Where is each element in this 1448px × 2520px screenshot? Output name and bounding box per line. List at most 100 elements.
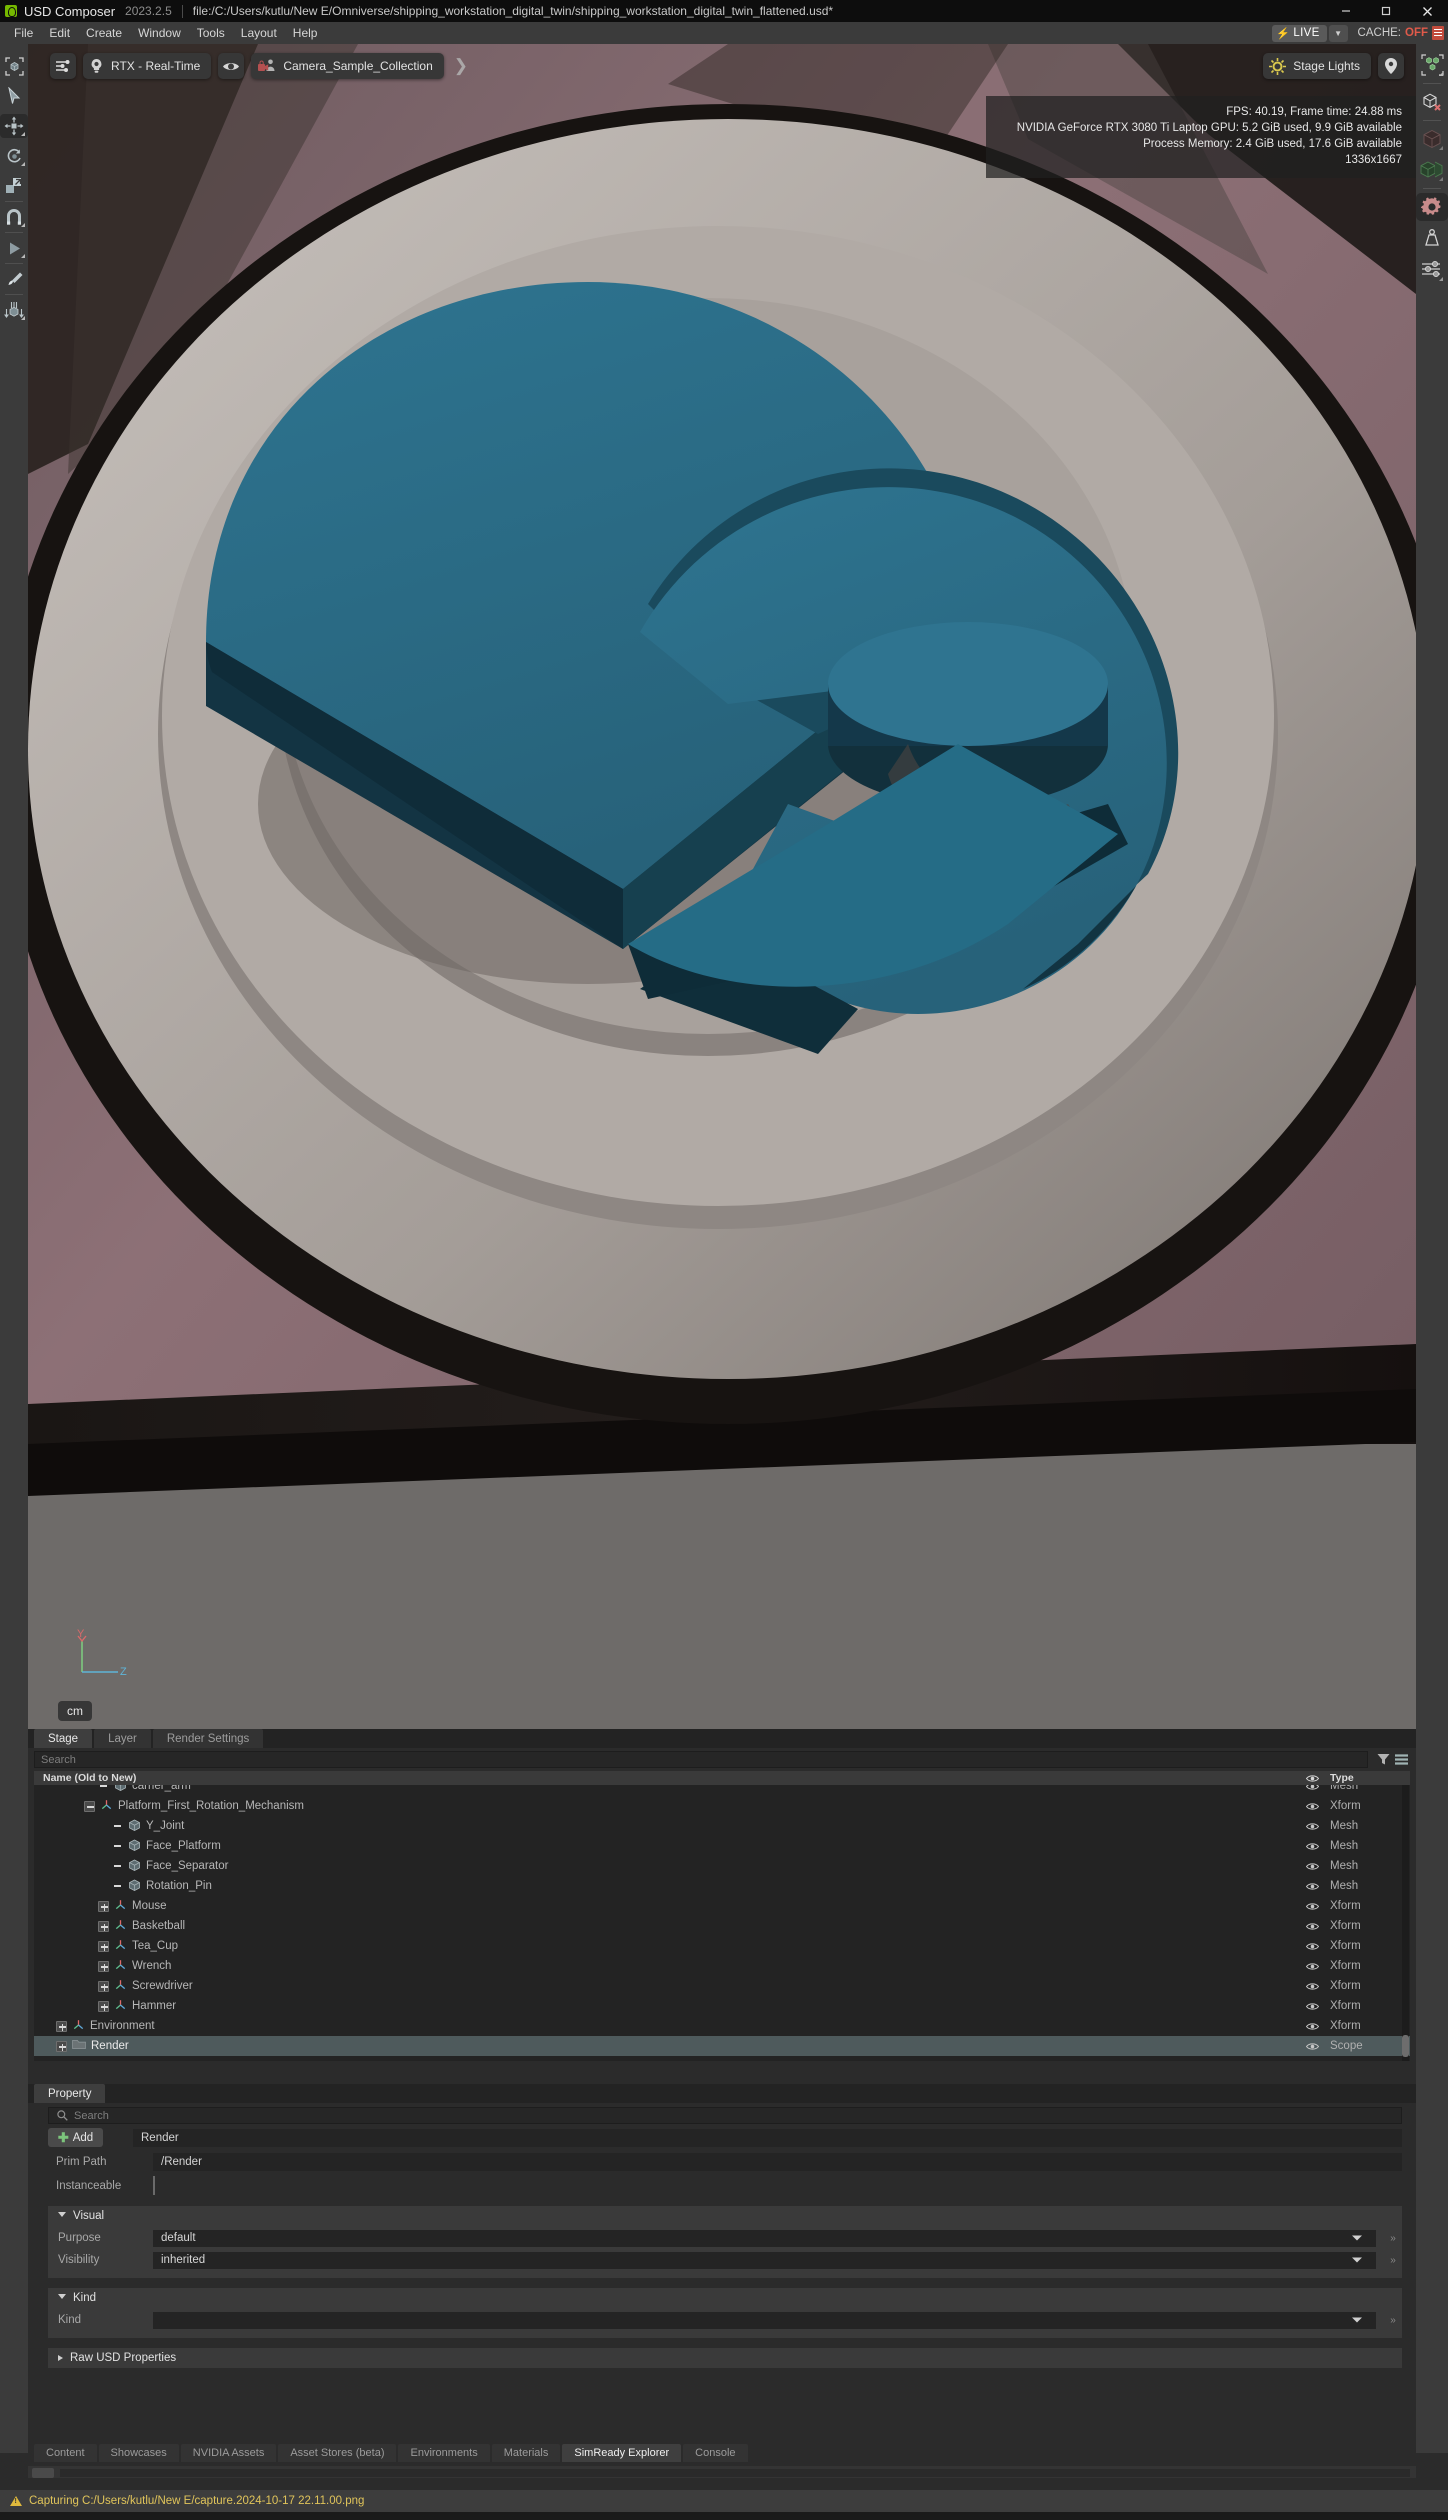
scale-tool[interactable] <box>0 174 28 198</box>
tab-stage[interactable]: Stage <box>34 1729 93 1748</box>
physics-weight-icon[interactable] <box>1416 224 1448 252</box>
close-button[interactable] <box>1406 0 1448 22</box>
play-tool[interactable] <box>0 236 28 260</box>
tree-expander-toggle[interactable] <box>112 1861 123 1872</box>
bottom-tab-environments[interactable]: Environments <box>398 2444 490 2462</box>
bottom-tab-showcases[interactable]: Showcases <box>98 2444 179 2462</box>
prim-path-field[interactable]: /Render <box>153 2152 1402 2171</box>
select-multiple-prims-icon[interactable] <box>1416 51 1448 79</box>
stage-search-input[interactable]: Search <box>34 1751 1368 1768</box>
column-type-header[interactable]: Type <box>1324 1772 1410 1784</box>
property-search-input[interactable]: Search <box>48 2107 1402 2124</box>
select-arrow-tool[interactable] <box>0 84 28 108</box>
viewport-marker-button[interactable] <box>1378 53 1404 79</box>
minimize-button[interactable] <box>1326 0 1366 22</box>
stage-tree-row[interactable]: Screwdriver Xform <box>34 1976 1410 1996</box>
visual-section-header[interactable]: Visual <box>48 2206 1402 2226</box>
menu-help[interactable]: Help <box>285 22 326 44</box>
green-cubes-icon[interactable] <box>1416 156 1448 184</box>
list-options-icon[interactable] <box>1392 1751 1410 1768</box>
hide-unselected-icon[interactable] <box>1416 88 1448 116</box>
tree-expander-toggle[interactable] <box>84 1800 95 1812</box>
column-name-header[interactable]: Name (Old to New) <box>34 1772 1300 1784</box>
menu-edit[interactable]: Edit <box>41 22 78 44</box>
tree-expander-toggle[interactable] <box>112 1881 123 1892</box>
menu-window[interactable]: Window <box>130 22 189 44</box>
tree-row-visibility-toggle[interactable] <box>1300 1922 1324 1931</box>
tree-expander-toggle[interactable] <box>112 1841 123 1852</box>
tree-row-visibility-toggle[interactable] <box>1300 1785 1324 1791</box>
kind-section-header[interactable]: Kind <box>48 2288 1402 2308</box>
visibility-more-icon[interactable]: » <box>1388 2255 1398 2266</box>
tree-expander-toggle[interactable] <box>98 1980 109 1992</box>
viewport-3d[interactable]: RTX - Real-Time Camera_Sample_Collection… <box>28 44 1416 1729</box>
tree-row-visibility-toggle[interactable] <box>1300 1902 1324 1911</box>
stage-tree-row[interactable]: Rotation_Pin Mesh <box>34 1876 1410 1896</box>
bottom-tab-console[interactable]: Console <box>683 2444 748 2462</box>
instanceable-checkbox[interactable] <box>153 2175 155 2195</box>
filter-funnel-icon[interactable] <box>1374 1751 1392 1768</box>
dark-cube-icon[interactable] <box>1416 125 1448 153</box>
viewport-settings-button[interactable] <box>50 53 76 79</box>
tree-row-visibility-toggle[interactable] <box>1300 1962 1324 1971</box>
stage-tree-row[interactable]: Tea_Cup Xform <box>34 1936 1410 1956</box>
tree-expander-toggle[interactable] <box>98 1960 109 1972</box>
tree-row-visibility-toggle[interactable] <box>1300 1942 1324 1951</box>
viewport-unit-badge[interactable]: cm <box>58 1701 92 1721</box>
tab-property[interactable]: Property <box>34 2084 106 2103</box>
tree-row-visibility-toggle[interactable] <box>1300 2022 1324 2031</box>
stage-tree-row[interactable]: Platform_First_Rotation_Mechanism Xform <box>34 1796 1410 1816</box>
stage-tree-row[interactable]: Face_Separator Mesh <box>34 1856 1410 1876</box>
select-bound-box-tool[interactable] <box>0 54 28 78</box>
bottom-tab-nvidia-assets[interactable]: NVIDIA Assets <box>180 2444 277 2462</box>
tree-row-visibility-toggle[interactable] <box>1300 1822 1324 1831</box>
tree-expander-toggle[interactable] <box>56 2040 67 2052</box>
tree-row-visibility-toggle[interactable] <box>1300 1802 1324 1811</box>
camera-selector[interactable]: Camera_Sample_Collection <box>251 53 444 79</box>
tree-expander-toggle[interactable] <box>98 1785 109 1792</box>
kind-more-icon[interactable]: » <box>1388 2315 1398 2326</box>
tree-row-visibility-toggle[interactable] <box>1300 1882 1324 1891</box>
kind-select[interactable] <box>153 2311 1376 2329</box>
menu-create[interactable]: Create <box>78 22 130 44</box>
menu-file[interactable]: File <box>6 22 41 44</box>
tree-row-visibility-toggle[interactable] <box>1300 1982 1324 1991</box>
stage-tree-row[interactable]: Face_Platform Mesh <box>34 1836 1410 1856</box>
stage-tree-row[interactable]: Wrench Xform <box>34 1956 1410 1976</box>
raw-usd-properties-header[interactable]: Raw USD Properties <box>48 2348 1402 2368</box>
sliders-icon[interactable] <box>1416 255 1448 283</box>
align-distribute-tool[interactable] <box>0 298 28 322</box>
move-tool[interactable] <box>0 114 28 138</box>
paint-brush-tool[interactable] <box>0 267 28 291</box>
tree-row-visibility-toggle[interactable] <box>1300 1862 1324 1871</box>
bottom-tab-asset-stores-beta[interactable]: Asset Stores (beta) <box>278 2444 397 2462</box>
tree-row-visibility-toggle[interactable] <box>1300 2002 1324 2011</box>
bottom-tab-simready-explorer[interactable]: SimReady Explorer <box>562 2444 682 2462</box>
live-dropdown-button[interactable]: ▼ <box>1328 24 1348 42</box>
tree-expander-toggle[interactable] <box>98 1900 109 1912</box>
stage-tree-row[interactable]: Render Scope <box>34 2036 1410 2056</box>
tab-render-settings[interactable]: Render Settings <box>152 1729 264 1748</box>
stage-tree-row[interactable]: Environment Xform <box>34 2016 1410 2036</box>
tab-layer[interactable]: Layer <box>94 1729 151 1748</box>
add-property-button[interactable]: ✚ Add <box>48 2128 103 2147</box>
tree-row-visibility-toggle[interactable] <box>1300 1842 1324 1851</box>
stage-tree-scrollbar[interactable] <box>1402 1785 1409 2061</box>
tree-expander-toggle[interactable] <box>98 1940 109 1952</box>
live-toggle-button[interactable]: ⚡ LIVE <box>1272 24 1327 42</box>
bottom-tab-materials[interactable]: Materials <box>491 2444 561 2462</box>
stage-tree-row[interactable]: Mouse Xform <box>34 1896 1410 1916</box>
tree-expander-toggle[interactable] <box>98 2000 109 2012</box>
viewport-visibility-button[interactable] <box>218 53 245 79</box>
visibility-select[interactable]: inherited <box>153 2251 1376 2269</box>
cache-status[interactable]: CACHE: OFF <box>1358 26 1444 40</box>
stage-tree-row[interactable]: Hammer Xform <box>34 1996 1410 2016</box>
stage-tree-row[interactable]: Basketball Xform <box>34 1916 1410 1936</box>
purpose-more-icon[interactable]: » <box>1388 2233 1398 2244</box>
tree-expander-toggle[interactable] <box>98 1920 109 1932</box>
toolbar-overflow-chevron-icon[interactable]: ❯ <box>454 56 468 76</box>
tree-expander-toggle[interactable] <box>56 2020 67 2032</box>
stage-tree-row[interactable]: Y_Joint Mesh <box>34 1816 1410 1836</box>
tree-expander-toggle[interactable] <box>112 1821 123 1832</box>
tree-row-visibility-toggle[interactable] <box>1300 2042 1324 2051</box>
